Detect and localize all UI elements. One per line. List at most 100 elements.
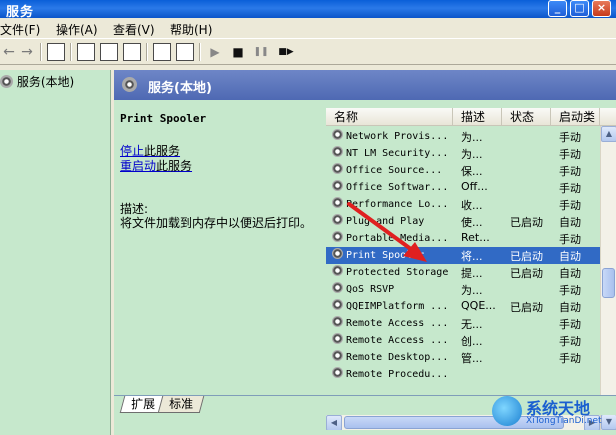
service-name-text: Remote Access ... bbox=[346, 335, 449, 346]
toolbar-separator bbox=[70, 43, 72, 61]
service-description-panel: Print Spooler 停止此服务 重启动此服务 描述: 将文件加载到内存中… bbox=[120, 112, 320, 230]
forward-arrow-icon[interactable]: → bbox=[18, 43, 36, 61]
service-description-cell: 使... bbox=[461, 216, 483, 229]
show-hide-tree-icon[interactable] bbox=[47, 43, 65, 61]
title-bar[interactable]: 服务 _ □ × bbox=[0, 0, 616, 20]
tree-node-label: 服务(本地) bbox=[16, 75, 75, 89]
service-description-cell: QQE... bbox=[461, 299, 496, 312]
restart-service-icon[interactable]: ■▶ bbox=[275, 43, 297, 61]
service-row[interactable]: Remote Access ... 创... 手动 bbox=[326, 332, 600, 349]
service-startup-cell: 自动 bbox=[559, 301, 581, 314]
selected-service-name: Print Spooler bbox=[120, 112, 207, 125]
service-name-cell: Office Source... bbox=[332, 163, 456, 176]
service-row[interactable]: QQEIMPlatform ... QQE... 已启动 自动 bbox=[326, 298, 600, 315]
close-button[interactable]: × bbox=[592, 0, 611, 17]
service-row[interactable]: Office Softwar... Off... 手动 bbox=[326, 179, 600, 196]
service-startup-cell: 手动 bbox=[559, 131, 581, 144]
service-gear-icon bbox=[332, 146, 343, 157]
service-description-cell: 收... bbox=[461, 199, 483, 212]
service-gear-icon bbox=[332, 197, 343, 208]
service-row[interactable]: Remote Procedu... bbox=[326, 366, 600, 383]
service-gear-icon bbox=[332, 350, 343, 361]
menu-bar: 文件(F) 操作(A) 查看(V) 帮助(H) bbox=[0, 18, 616, 39]
service-name-cell: QoS RSVP bbox=[332, 282, 456, 295]
service-gear-icon bbox=[332, 282, 343, 293]
menu-help[interactable]: 帮助(H) bbox=[170, 21, 212, 38]
menu-file[interactable]: 文件(F) bbox=[0, 21, 40, 38]
column-header-name[interactable]: 名称 bbox=[326, 108, 453, 126]
restart-service-link[interactable]: 重启动此服务 bbox=[120, 157, 192, 174]
service-name-cell: Remote Access ... bbox=[332, 316, 456, 329]
service-row[interactable]: QoS RSVP 为... 手动 bbox=[326, 281, 600, 298]
service-name-text: NT LM Security... bbox=[346, 148, 449, 159]
stop-link-text[interactable]: 停止 bbox=[120, 144, 144, 158]
service-status-cell: 已启动 bbox=[510, 301, 543, 314]
toolbar: ← → ▶ ■ ❚❚ ■▶ bbox=[0, 40, 616, 65]
stop-link-suffix: 此服务 bbox=[144, 144, 181, 158]
service-description-cell: 提... bbox=[461, 267, 483, 280]
toolbar-separator bbox=[199, 43, 201, 61]
service-description-cell: 无... bbox=[461, 318, 483, 331]
service-name-text: Remote Access ... bbox=[346, 318, 449, 329]
site-watermark: 系统天地 XiTongTianDi.net bbox=[490, 392, 616, 435]
service-name-text: Remote Desktop... bbox=[346, 352, 449, 363]
service-row[interactable]: NT LM Security... 为... 手动 bbox=[326, 145, 600, 162]
minimize-button[interactable]: _ bbox=[548, 0, 567, 17]
back-arrow-icon[interactable]: ← bbox=[0, 43, 18, 61]
service-startup-cell: 手动 bbox=[559, 233, 581, 246]
menu-view[interactable]: 查看(V) bbox=[113, 21, 155, 38]
service-name-text: Office Source... bbox=[346, 165, 443, 176]
tree-node-services-local[interactable]: 服务(本地) bbox=[0, 73, 74, 90]
scroll-thumb[interactable] bbox=[602, 268, 615, 298]
service-gear-icon bbox=[332, 214, 343, 225]
service-name-cell: Remote Access ... bbox=[332, 333, 456, 346]
menu-action[interactable]: 操作(A) bbox=[56, 21, 98, 38]
service-gear-icon bbox=[332, 316, 343, 327]
service-row[interactable]: Remote Access ... 无... 手动 bbox=[326, 315, 600, 332]
service-startup-cell: 手动 bbox=[559, 352, 581, 365]
description-text: 将文件加载到内存中以便迟后打印。 bbox=[120, 216, 313, 230]
service-gear-icon bbox=[332, 129, 343, 140]
service-status-cell: 已启动 bbox=[510, 250, 543, 263]
maximize-button[interactable]: □ bbox=[570, 0, 589, 17]
service-status-cell: 已启动 bbox=[510, 216, 543, 229]
service-description-cell: 管... bbox=[461, 352, 483, 365]
scroll-left-button[interactable]: ◀ bbox=[326, 415, 342, 430]
help-icon[interactable] bbox=[153, 43, 171, 61]
service-name-text: Remote Procedu... bbox=[346, 369, 449, 380]
vertical-scrollbar[interactable]: ▲ ▼ bbox=[600, 126, 616, 430]
service-description-cell: Off... bbox=[461, 180, 488, 193]
service-gear-icon bbox=[332, 333, 343, 344]
column-header-startup-type[interactable]: 启动类 bbox=[551, 108, 600, 126]
export-list-icon[interactable] bbox=[123, 43, 141, 61]
watermark-logo-icon bbox=[492, 396, 522, 426]
service-row[interactable]: Remote Desktop... 管... 手动 bbox=[326, 349, 600, 366]
tab-standard-label: 标准 bbox=[169, 397, 194, 411]
column-header-status[interactable]: 状态 bbox=[502, 108, 551, 126]
toolbar-separator bbox=[40, 43, 42, 61]
service-description-cell: Ret... bbox=[461, 231, 490, 244]
refresh-icon[interactable] bbox=[100, 43, 118, 61]
service-description-cell: 为... bbox=[461, 148, 483, 161]
pause-service-icon[interactable]: ❚❚ bbox=[252, 43, 270, 61]
service-description-cell: 将... bbox=[461, 250, 483, 263]
service-name-cell: NT LM Security... bbox=[332, 146, 456, 159]
service-gear-icon bbox=[332, 265, 343, 276]
stop-service-icon[interactable]: ■ bbox=[229, 43, 247, 61]
properties-icon[interactable] bbox=[77, 43, 95, 61]
service-row[interactable]: Office Source... 保... 手动 bbox=[326, 162, 600, 179]
help-topics-icon[interactable] bbox=[176, 43, 194, 61]
restart-link-text[interactable]: 重启动 bbox=[120, 159, 156, 173]
service-gear-icon bbox=[332, 180, 343, 191]
service-gear-icon bbox=[332, 248, 343, 259]
watermark-url: XiTongTianDi.net bbox=[526, 416, 602, 426]
service-startup-cell: 手动 bbox=[559, 199, 581, 212]
service-row[interactable]: Network Provis... 为... 手动 bbox=[326, 128, 600, 145]
start-service-icon[interactable]: ▶ bbox=[206, 43, 224, 61]
scroll-up-button[interactable]: ▲ bbox=[601, 126, 616, 142]
service-startup-cell: 自动 bbox=[559, 250, 581, 263]
column-header-description[interactable]: 描述 bbox=[453, 108, 502, 126]
tab-standard[interactable]: 标准 bbox=[157, 396, 205, 413]
console-tree: 服务(本地) bbox=[0, 70, 111, 435]
service-startup-cell: 手动 bbox=[559, 318, 581, 331]
